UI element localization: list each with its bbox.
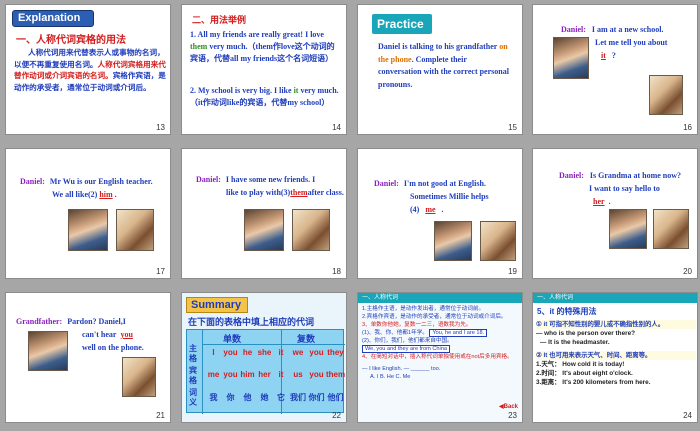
dialogue-line: Sometimes Millie helps [410,192,489,201]
answer-line: (4) me. [410,205,444,214]
slide-number: 13 [156,123,165,132]
example-2: 2. My school is very big. I like it very… [190,86,339,107]
slide-thumbnail-17[interactable]: Daniel: Mr Wu is our English teacher. We… [5,148,171,279]
slide-heading: 一、人称代词宾格的用法 [16,35,126,46]
slide-thumbnail-24[interactable]: 一、人称代词 5、it 的特殊用法 ① it 可指不知性别的婴儿或不确指性别的人… [532,292,698,423]
table-row-object: me you him her it us you them [207,370,346,379]
back-button[interactable]: ◀Back [499,403,518,410]
slide-thumbnail-18[interactable]: Daniel: I have some new friends. I like … [181,148,347,279]
slide-thumbnail-19[interactable]: Daniel: I'm not good at English. Sometim… [357,148,523,279]
slide-number: 18 [332,267,341,276]
dialogue-line: Daniel: Mr Wu is our English teacher. [20,177,153,186]
slide-number: 24 [683,411,692,420]
summary-instruction: 在下面的表格中填上相应的代词 [188,317,315,327]
dialogue-line: well on the phone. [82,343,144,352]
slide-body: ① it 可指不知性别的婴儿或不确指性别的人。 — who is the per… [536,320,696,387]
slide-number: 17 [156,267,165,276]
answer-line: it? [601,51,616,60]
slide-thumbnail-20[interactable]: Daniel: Is Grandma at home now? I want t… [532,148,698,279]
table-row-subject: I you he she it we you they [212,348,344,357]
slide-body: 1.主格作主语，是动作发出者，通常位于动词前。 2.宾格作宾语，是动作的承受者，… [362,306,513,380]
slide-body: 人称代词用来代替表示人或事物的名词，以便不再重复使用名词。人称代词宾格用来代替作… [14,48,166,92]
slide-number: 15 [508,123,517,132]
grandfather-photo [116,209,154,251]
slide-number: 22 [332,411,341,420]
answer-line: her. [593,197,611,206]
answer-line: can't hear you [82,330,133,339]
answer-line: We all like(2) him. [52,190,117,199]
slide-number: 14 [332,123,341,132]
slide-thumbnail-21[interactable]: Grandfather: Pardon? Daniel,I can't hear… [5,292,171,423]
slide-number: 20 [683,267,692,276]
slide-heading: 5、it 的特殊用法 [537,307,597,316]
boy-photo [434,221,472,261]
dialogue-line: Grandfather: Pardon? Daniel,I [16,317,126,326]
boy-photo [244,209,284,251]
boy-photo [609,209,647,249]
grandfather-photo [292,209,330,251]
table-row-labels: 主格 宾格 词义 [187,330,203,414]
slide-thumbnail-13[interactable]: Explanation 一、人称代词宾格的用法 人称代词用来代替表示人或事物的名… [5,4,171,135]
boy-photo [553,37,589,79]
dialogue-line: Daniel: I'm not good at English. [374,179,486,188]
dialogue-line: Daniel: I have some new friends. I [196,175,316,184]
slide-thumbnail-23[interactable]: 一、人称代词 1.主格作主语，是动作发出者，通常位于动词前。 2.宾格作宾语，是… [357,292,523,423]
practice-tag: Practice [372,14,432,34]
boy-photo [28,331,68,371]
boy-photo [68,209,108,251]
grandfather-photo [480,221,516,261]
practice-instructions: Daniel is talking to his grandfather on … [378,42,509,89]
title-bar: 一、人称代词 [358,293,522,303]
slide-number: 21 [156,411,165,420]
slide-number: 23 [508,411,517,420]
slide-number: 19 [508,267,517,276]
slide-thumbnail-15[interactable]: Practice Daniel is talking to his grandf… [357,4,523,135]
slide-thumbnail-14[interactable]: 二、用法举例 1. All my friends are really grea… [181,4,347,135]
slide-thumbnail-16[interactable]: Daniel: I am at a new school. Let me tel… [532,4,698,135]
summary-tag: Summary [186,297,248,313]
dialogue-line: Let me tell you about [595,38,668,47]
dialogue-line: I want to say hello to [589,184,660,193]
pronoun-table: 主格 宾格 词义 单数 复数 I you he she it we you th… [186,329,346,414]
slide-heading: 二、用法举例 [192,15,247,25]
dialogue-line: Daniel: I am at a new school. [561,25,664,34]
table-row-meaning: 我 你 他 她 它 我们 你们 他们 [209,393,344,402]
answer-line: like to play with(3)themafter class. [226,188,344,197]
title-bar: 一、人称代词 [533,293,697,303]
slide-number: 16 [683,123,692,132]
explanation-tag: Explanation [12,10,94,27]
grandfather-photo [649,75,683,115]
grandfather-photo [653,209,689,249]
slide-thumbnail-22[interactable]: Summary 在下面的表格中填上相应的代词 主格 宾格 词义 单数 复数 I … [181,292,347,423]
example-1: 1. All my friends are really great! I lo… [190,30,335,63]
grandfather-photo [122,357,156,397]
dialogue-line: Daniel: Is Grandma at home now? [559,171,682,180]
